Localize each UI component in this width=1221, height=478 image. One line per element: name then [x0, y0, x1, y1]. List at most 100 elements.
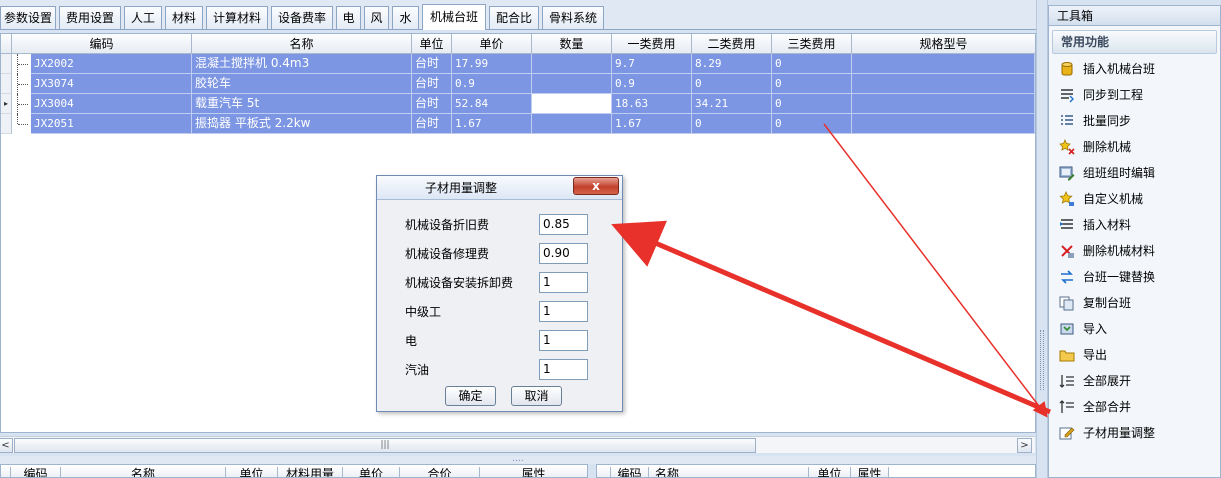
dialog-close-button[interactable]: x: [573, 177, 619, 195]
col-header-unit[interactable]: 单位: [412, 34, 452, 54]
cell-spec[interactable]: [852, 74, 1035, 94]
tab-equipment-rate[interactable]: 设备费率: [271, 6, 333, 29]
cell-cat1[interactable]: 1.67: [612, 114, 692, 134]
row-indicator[interactable]: [1, 74, 12, 94]
cell-cat3[interactable]: 0: [772, 74, 852, 94]
row-indicator[interactable]: [1, 114, 12, 134]
splitter-grip[interactable]: [1040, 330, 1044, 390]
tool-expand-all[interactable]: 全部展开: [1057, 370, 1217, 392]
scroll-thumb[interactable]: |||: [14, 438, 756, 453]
gasoline-input[interactable]: 1: [539, 359, 588, 380]
intermediate-worker-input[interactable]: 1: [539, 301, 588, 322]
tab-labor[interactable]: 人工: [124, 6, 162, 29]
cell-spec[interactable]: [852, 94, 1035, 114]
bottom-col-material-qty[interactable]: 材料用量: [278, 467, 343, 477]
bottom-col-price[interactable]: 单价: [343, 467, 400, 477]
cell-code[interactable]: JX3004: [31, 94, 192, 114]
cell-qty[interactable]: [532, 114, 612, 134]
tab-wind[interactable]: 风: [364, 6, 389, 29]
col-header-code[interactable]: 编码: [12, 34, 192, 54]
bottom-right-col-attr[interactable]: 属性: [851, 467, 889, 477]
cell-price[interactable]: 1.67: [452, 114, 532, 134]
current-row-indicator[interactable]: ▸: [1, 94, 12, 114]
cancel-button[interactable]: 取消: [511, 386, 562, 406]
tool-group-edit[interactable]: 组班组时编辑: [1057, 162, 1217, 184]
tool-sync-to-project[interactable]: 同步到工程: [1057, 84, 1217, 106]
tab-materials[interactable]: 材料: [165, 6, 203, 29]
tool-custom-machinery[interactable]: 自定义机械: [1057, 188, 1217, 210]
cell-qty-active[interactable]: [532, 94, 612, 114]
tool-one-click-replace[interactable]: 台班一键替换: [1057, 266, 1217, 288]
tab-aggregate-system[interactable]: 骨料系统: [542, 6, 604, 29]
cell-spec[interactable]: [852, 114, 1035, 134]
col-header-spec[interactable]: 规格型号: [852, 34, 1035, 54]
tool-delete-machinery-material[interactable]: 删除机械材料: [1057, 240, 1217, 262]
bottom-right-col-code[interactable]: 编码: [611, 467, 649, 477]
cell-unit[interactable]: 台时: [412, 94, 452, 114]
pane-splitter[interactable]: ....: [0, 455, 1036, 464]
tool-copy-shift[interactable]: 复制台班: [1057, 292, 1217, 314]
toolbox-splitter[interactable]: [1036, 0, 1048, 478]
bottom-col-total[interactable]: 合价: [400, 467, 480, 477]
cell-name[interactable]: 载重汽车 5t: [192, 94, 412, 114]
cell-cat2[interactable]: 34.21: [692, 94, 772, 114]
bottom-col-name[interactable]: 名称: [61, 467, 226, 477]
cell-cat3[interactable]: 0: [772, 94, 852, 114]
col-header-name[interactable]: 名称: [192, 34, 412, 54]
bottom-col-attr[interactable]: 属性: [480, 467, 587, 477]
cell-cat2[interactable]: 0: [692, 114, 772, 134]
cell-price[interactable]: 52.84: [452, 94, 532, 114]
cell-qty[interactable]: [532, 54, 612, 74]
tab-calc-materials[interactable]: 计算材料: [206, 6, 268, 29]
table-row[interactable]: ▸ JX3004 载重汽车 5t 台时 52.84 18.63 34.21 0: [1, 94, 1035, 114]
cell-spec[interactable]: [852, 54, 1035, 74]
cell-cat1[interactable]: 9.7: [612, 54, 692, 74]
col-header-qty[interactable]: 数量: [532, 34, 612, 54]
cell-unit[interactable]: 台时: [412, 54, 452, 74]
repair-input[interactable]: 0.90: [539, 243, 588, 264]
cell-cat3[interactable]: 0: [772, 54, 852, 74]
row-indicator[interactable]: [1, 54, 12, 74]
cell-code[interactable]: JX3074: [31, 74, 192, 94]
tool-import[interactable]: 导入: [1057, 318, 1217, 340]
tab-fee-settings[interactable]: 费用设置: [59, 6, 121, 29]
table-row[interactable]: JX2051 振捣器 平板式 2.2kw 台时 1.67 1.67 0 0: [1, 114, 1035, 134]
col-header-cat2[interactable]: 二类费用: [692, 34, 772, 54]
tool-sub-material-adjust[interactable]: 子材用量调整: [1057, 422, 1217, 444]
tool-delete-machinery[interactable]: 删除机械: [1057, 136, 1217, 158]
cell-price[interactable]: 0.9: [452, 74, 532, 94]
cell-qty[interactable]: [532, 74, 612, 94]
table-row[interactable]: JX3074 胶轮车 台时 0.9 0.9 0 0: [1, 74, 1035, 94]
cell-price[interactable]: 17.99: [452, 54, 532, 74]
tab-electricity[interactable]: 电: [336, 6, 361, 29]
cell-cat2[interactable]: 8.29: [692, 54, 772, 74]
horizontal-scrollbar[interactable]: < ||| >: [0, 436, 1035, 453]
col-header-price[interactable]: 单价: [452, 34, 532, 54]
tool-batch-sync[interactable]: 批量同步: [1057, 110, 1217, 132]
cell-unit[interactable]: 台时: [412, 114, 452, 134]
col-header-cat1[interactable]: 一类费用: [612, 34, 692, 54]
bottom-col-unit[interactable]: 单位: [226, 467, 278, 477]
depreciation-input[interactable]: 0.85: [539, 214, 588, 235]
cell-code[interactable]: JX2002: [31, 54, 192, 74]
cell-cat1[interactable]: 18.63: [612, 94, 692, 114]
cell-cat3[interactable]: 0: [772, 114, 852, 134]
tool-collapse-all[interactable]: 全部合并: [1057, 396, 1217, 418]
cell-unit[interactable]: 台时: [412, 74, 452, 94]
cell-cat1[interactable]: 0.9: [612, 74, 692, 94]
bottom-right-col-name[interactable]: 名称: [649, 467, 809, 477]
col-header-cat3[interactable]: 三类费用: [772, 34, 852, 54]
bottom-right-col-unit[interactable]: 单位: [809, 467, 851, 477]
scroll-right-button[interactable]: >: [1017, 438, 1032, 453]
tool-insert-material[interactable]: 插入材料: [1057, 214, 1217, 236]
scroll-left-button[interactable]: <: [0, 438, 13, 453]
toolbox-section-common[interactable]: 常用功能: [1052, 30, 1217, 54]
tab-params[interactable]: 参数设置: [0, 6, 56, 29]
table-row[interactable]: JX2002 混凝土搅拌机 0.4m3 台时 17.99 9.7 8.29 0: [1, 54, 1035, 74]
cell-code[interactable]: JX2051: [31, 114, 192, 134]
tool-insert-machinery[interactable]: 插入机械台班: [1057, 58, 1217, 80]
tab-mix-ratio[interactable]: 配合比: [489, 6, 539, 29]
install-removal-input[interactable]: 1: [539, 272, 588, 293]
cell-name[interactable]: 振捣器 平板式 2.2kw: [192, 114, 412, 134]
cell-name[interactable]: 胶轮车: [192, 74, 412, 94]
